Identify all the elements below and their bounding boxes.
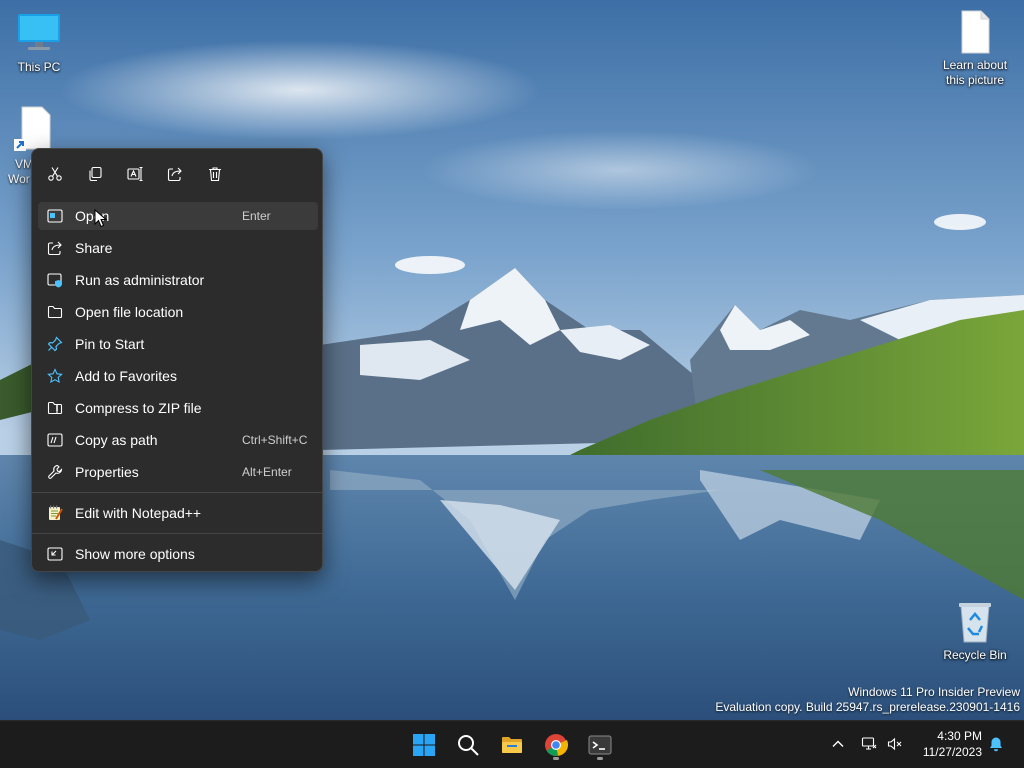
monitor-icon bbox=[15, 10, 63, 58]
notepadpp-icon bbox=[49, 505, 63, 520]
clock[interactable]: 4:30 PM 11/27/2023 bbox=[912, 728, 982, 760]
file-explorer-icon bbox=[502, 737, 522, 753]
share-icon bbox=[47, 241, 62, 256]
windows-logo-icon bbox=[413, 734, 435, 756]
menu-item-edit-with-notepadpp[interactable]: Edit with Notepad++ bbox=[38, 499, 318, 527]
notifications-button[interactable] bbox=[985, 733, 1007, 755]
file-explorer-button[interactable] bbox=[494, 727, 530, 763]
menu-item-shortcut: Alt+Enter bbox=[242, 465, 292, 479]
delete-button[interactable] bbox=[202, 161, 228, 187]
search-icon bbox=[458, 735, 479, 756]
menu-item-label: Compress to ZIP file bbox=[75, 400, 202, 416]
rename-button[interactable] bbox=[122, 161, 148, 187]
copy-path-icon bbox=[47, 433, 63, 447]
share-button[interactable] bbox=[162, 161, 188, 187]
menu-item-copy-as-path[interactable]: Copy as path Ctrl+Shift+C bbox=[38, 426, 318, 454]
menu-item-label: Properties bbox=[75, 464, 139, 480]
menu-item-open-file-location[interactable]: Open file location bbox=[38, 298, 318, 326]
menu-item-label: Run as administrator bbox=[75, 272, 205, 288]
clock-time: 4:30 PM bbox=[937, 729, 982, 743]
scissors-icon bbox=[48, 167, 62, 181]
zip-folder-icon bbox=[47, 401, 63, 415]
copy-button[interactable] bbox=[82, 161, 108, 187]
menu-item-label: Open file location bbox=[75, 304, 184, 320]
chrome-button[interactable] bbox=[538, 727, 574, 763]
menu-item-label: Edit with Notepad++ bbox=[75, 505, 202, 521]
menu-item-run-as-administrator[interactable]: Run as administrator bbox=[38, 266, 318, 294]
rename-icon bbox=[127, 166, 143, 182]
menu-item-shortcut: Ctrl+Shift+C bbox=[242, 433, 308, 447]
desktop-icon-learn-about-picture[interactable]: Learn about this picture bbox=[930, 8, 1020, 88]
menu-item-pin-to-start[interactable]: Pin to Start bbox=[38, 330, 318, 358]
folder-icon bbox=[47, 305, 63, 319]
desktop-icon-label: Learn about this picture bbox=[942, 58, 1008, 87]
share-icon bbox=[167, 167, 182, 182]
wrench-icon bbox=[48, 464, 63, 479]
menu-item-properties[interactable]: Properties Alt+Enter bbox=[38, 458, 318, 486]
trash-icon bbox=[209, 167, 221, 182]
context-menu: Open Enter Share Run as administrator Op… bbox=[31, 148, 323, 572]
chevron-up-icon bbox=[832, 740, 844, 747]
clock-date: 11/27/2023 bbox=[922, 745, 982, 759]
notification-bell-icon bbox=[990, 737, 1002, 752]
running-indicator bbox=[553, 757, 559, 760]
menu-item-shortcut: Enter bbox=[242, 209, 271, 223]
volume-button[interactable] bbox=[884, 733, 906, 755]
menu-item-label: Show more options bbox=[75, 546, 195, 562]
desktop-icon-partial-shortcut[interactable] bbox=[12, 105, 60, 153]
desktop-icon-label: This PC bbox=[17, 60, 61, 74]
windows-evaluation-watermark: Windows 11 Pro Insider Preview Evaluatio… bbox=[715, 685, 1020, 715]
recycle-bin-icon bbox=[951, 598, 999, 646]
menu-item-label: Pin to Start bbox=[75, 336, 145, 352]
terminal-icon bbox=[588, 735, 612, 755]
menu-item-compress-to-zip[interactable]: Compress to ZIP file bbox=[38, 394, 318, 422]
menu-item-add-to-favorites[interactable]: Add to Favorites bbox=[38, 362, 318, 390]
menu-item-share[interactable]: Share bbox=[38, 234, 318, 262]
star-icon bbox=[47, 368, 63, 384]
desktop-icon-label: Recycle Bin bbox=[943, 648, 1007, 662]
start-button[interactable] bbox=[406, 727, 442, 763]
menu-separator bbox=[32, 492, 322, 493]
partial-shortcut-label-line2: Wor bbox=[8, 172, 30, 186]
chrome-icon bbox=[545, 734, 568, 756]
admin-shield-icon bbox=[47, 273, 62, 288]
more-options-icon bbox=[47, 547, 63, 561]
show-hidden-icons-button[interactable] bbox=[827, 733, 849, 755]
mouse-cursor-icon bbox=[94, 209, 108, 228]
copy-icon bbox=[89, 166, 102, 182]
context-menu-quick-actions bbox=[32, 149, 322, 197]
menu-item-label: Copy as path bbox=[75, 432, 158, 448]
menu-item-show-more-options[interactable]: Show more options bbox=[38, 540, 318, 568]
desktop-icon-recycle-bin[interactable]: Recycle Bin bbox=[930, 598, 1020, 663]
desktop-icon-this-pc[interactable]: This PC bbox=[0, 10, 84, 75]
menu-item-label: Share bbox=[75, 240, 113, 256]
terminal-button[interactable] bbox=[582, 727, 618, 763]
open-window-icon bbox=[47, 209, 63, 223]
file-icon bbox=[951, 8, 999, 56]
watermark-line1: Windows 11 Pro Insider Preview bbox=[848, 685, 1020, 699]
network-button[interactable] bbox=[858, 733, 880, 755]
file-shortcut-icon bbox=[14, 106, 51, 151]
running-indicator bbox=[597, 757, 603, 760]
cut-button[interactable] bbox=[42, 161, 68, 187]
volume-muted-icon bbox=[887, 737, 902, 751]
watermark-line2: Evaluation copy. Build 25947.rs_prerelea… bbox=[715, 700, 1020, 714]
network-icon bbox=[861, 737, 877, 750]
menu-item-label: Add to Favorites bbox=[75, 368, 177, 384]
search-button[interactable] bbox=[450, 727, 486, 763]
menu-item-open[interactable]: Open Enter bbox=[38, 202, 318, 230]
pin-icon bbox=[47, 336, 63, 352]
menu-separator bbox=[32, 533, 322, 534]
taskbar: 4:30 PM 11/27/2023 bbox=[0, 720, 1024, 768]
